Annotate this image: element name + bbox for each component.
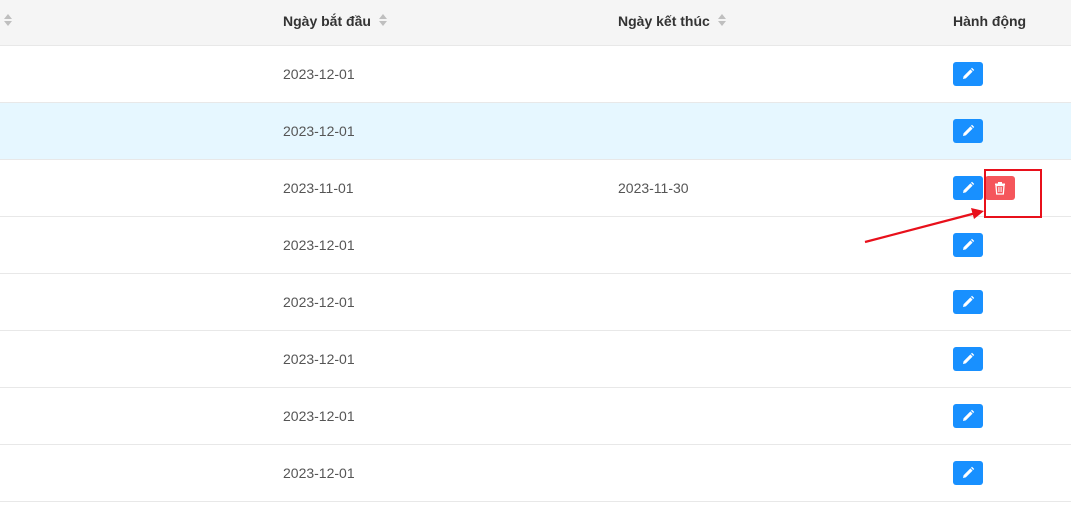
start-date-cell: 2023-12-01 (283, 408, 355, 424)
pencil-icon (961, 409, 975, 423)
edit-button[interactable] (953, 404, 983, 428)
trash-icon (993, 181, 1007, 195)
table-row[interactable]: 2023-12-01 (0, 46, 1071, 103)
pencil-icon (961, 466, 975, 480)
edit-button[interactable] (953, 233, 983, 257)
table-header: Ngày bắt đầu Ngày kết thúc Hành động (0, 0, 1071, 46)
table-row[interactable]: 2023-12-01 (0, 103, 1071, 160)
pencil-icon (961, 181, 975, 195)
pencil-icon (961, 295, 975, 309)
edit-button[interactable] (953, 290, 983, 314)
start-date-cell: 2023-11-01 (283, 180, 354, 196)
edit-button[interactable] (953, 176, 983, 200)
start-date-cell: 2023-12-01 (283, 294, 355, 310)
start-date-cell: 2023-12-01 (283, 465, 355, 481)
column-header-label: Ngày bắt đầu (283, 13, 371, 29)
column-header-start-date[interactable]: Ngày bắt đầu (283, 0, 387, 46)
table-row[interactable]: 2023-12-01 (0, 274, 1071, 331)
table-row[interactable]: 2023-12-01 (0, 217, 1071, 274)
pencil-icon (961, 352, 975, 366)
column-header-end-date[interactable]: Ngày kết thúc (618, 0, 726, 46)
column-header-actions: Hành động (953, 0, 1026, 46)
pencil-icon (961, 238, 975, 252)
sort-icon[interactable] (717, 14, 726, 27)
edit-button[interactable] (953, 347, 983, 371)
edit-button[interactable] (953, 62, 983, 86)
sort-icon[interactable] (378, 14, 387, 27)
edit-button[interactable] (953, 461, 983, 485)
start-date-cell: 2023-12-01 (283, 351, 355, 367)
column-header-label: Hành động (953, 13, 1027, 29)
pencil-icon (961, 67, 975, 81)
start-date-cell: 2023-12-01 (283, 237, 355, 253)
start-date-cell: 2023-12-01 (283, 123, 355, 139)
start-date-cell: 2023-12-01 (283, 66, 355, 82)
edit-button[interactable] (953, 119, 983, 143)
table-body: 2023-12-01 2023-12-01 2023-11-01 2023-11-30… (0, 46, 1071, 502)
column-header-label: Ngày kết thúc (618, 13, 710, 29)
table-row[interactable]: 2023-12-01 (0, 445, 1071, 502)
table-row[interactable]: 2023-12-01 (0, 388, 1071, 445)
table-row[interactable]: 2023-12-01 (0, 331, 1071, 388)
table-row[interactable]: 2023-11-01 2023-11-30 (0, 160, 1071, 217)
end-date-cell: 2023-11-30 (618, 180, 689, 196)
pencil-icon (961, 124, 975, 138)
sort-icon[interactable] (4, 14, 12, 26)
data-table: Ngày bắt đầu Ngày kết thúc Hành động 202… (0, 0, 1071, 502)
delete-button[interactable] (985, 176, 1015, 200)
